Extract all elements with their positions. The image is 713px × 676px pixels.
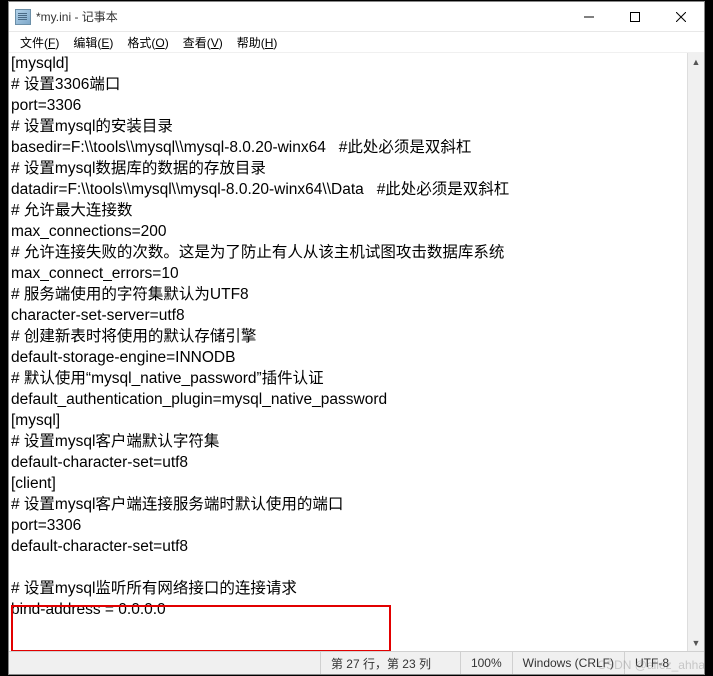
scroll-down-arrow-icon[interactable]: ▼ <box>688 634 704 651</box>
content-area: [mysqld] # 设置3306端口 port=3306 # 设置mysql的… <box>9 53 704 651</box>
statusbar: 第 27 行，第 23 列 100% Windows (CRLF) UTF-8 <box>9 651 704 674</box>
menu-edit[interactable]: 编辑(E) <box>66 32 120 53</box>
menu-edit-label: 编辑(E) <box>73 36 113 50</box>
close-icon <box>676 12 686 22</box>
window-title: *my.ini - 记事本 <box>36 8 118 25</box>
minimize-button[interactable] <box>566 2 612 32</box>
menu-help[interactable]: 帮助(H) <box>230 32 285 53</box>
status-position: 第 27 行，第 23 列 <box>320 652 460 674</box>
menu-help-label: 帮助(H) <box>237 36 278 50</box>
menu-view[interactable]: 查看(V) <box>176 32 230 53</box>
titlebar[interactable]: *my.ini - 记事本 <box>9 2 704 32</box>
status-encoding: UTF-8 <box>624 652 704 674</box>
status-line-ending: Windows (CRLF) <box>512 652 624 674</box>
menu-file[interactable]: 文件(F) <box>13 32 66 53</box>
close-button[interactable] <box>658 2 704 32</box>
notepad-window: *my.ini - 记事本 文件(F) 编辑(E) 格式(O) 查看(V) 帮助… <box>8 1 705 675</box>
text-editor[interactable]: [mysqld] # 设置3306端口 port=3306 # 设置mysql的… <box>9 53 687 651</box>
menu-format[interactable]: 格式(O) <box>120 32 175 53</box>
menu-file-label: 文件(F) <box>20 36 59 50</box>
window-controls <box>566 2 704 31</box>
vertical-scrollbar[interactable]: ▲ ▼ <box>687 53 704 651</box>
notepad-icon <box>15 9 31 25</box>
menubar: 文件(F) 编辑(E) 格式(O) 查看(V) 帮助(H) <box>9 32 704 53</box>
maximize-icon <box>630 12 640 22</box>
maximize-button[interactable] <box>612 2 658 32</box>
menu-format-label: 格式(O) <box>127 36 168 50</box>
scroll-up-arrow-icon[interactable]: ▲ <box>688 53 704 70</box>
menu-view-label: 查看(V) <box>183 36 223 50</box>
status-zoom: 100% <box>460 652 512 674</box>
minimize-icon <box>584 12 594 22</box>
